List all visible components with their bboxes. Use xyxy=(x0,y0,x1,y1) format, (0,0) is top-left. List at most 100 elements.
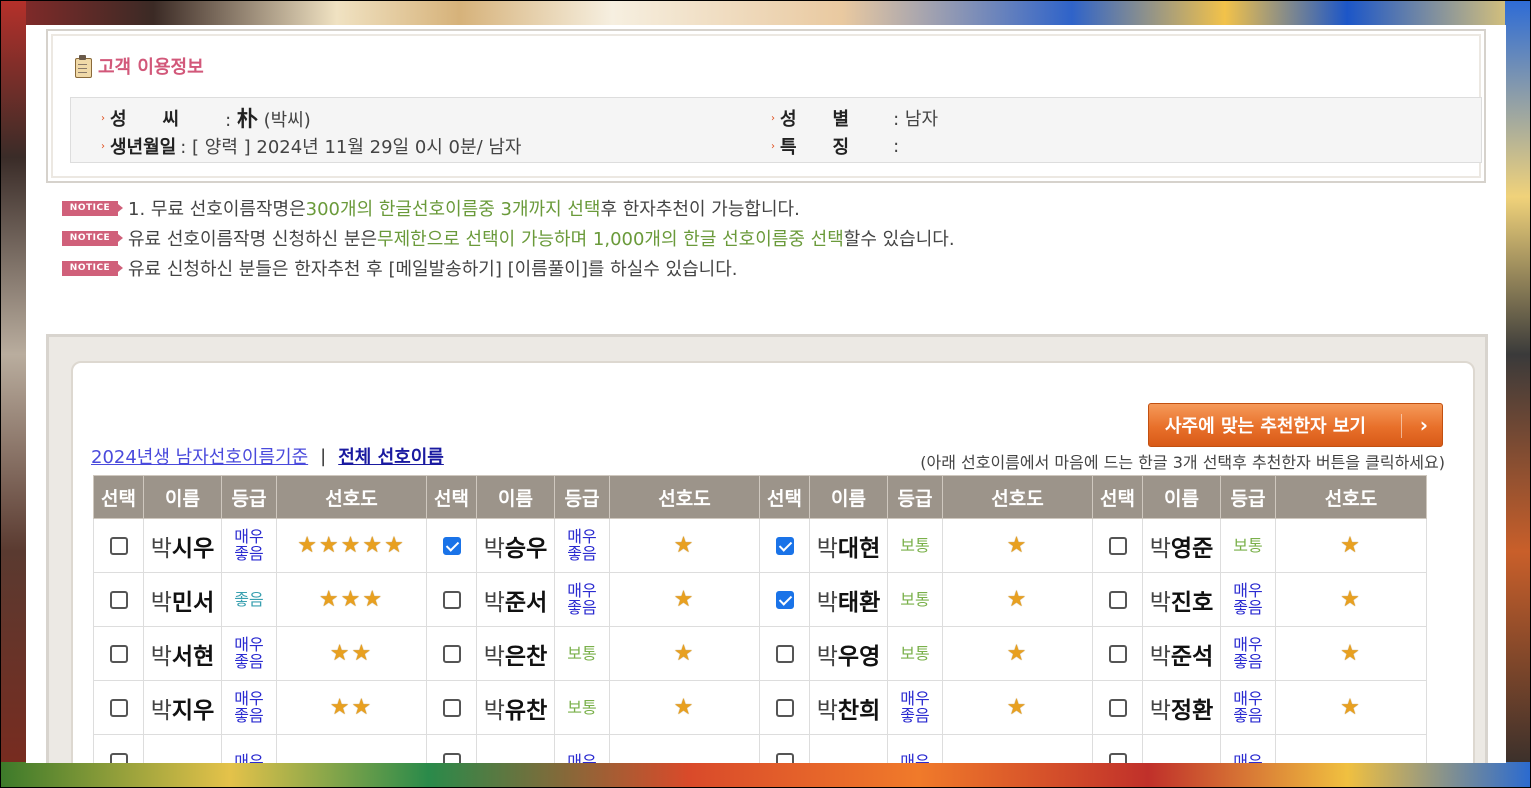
name-given: 찬희 xyxy=(837,697,881,724)
preference-cell xyxy=(609,734,760,763)
name-select-checkbox[interactable] xyxy=(109,645,128,664)
name-surname: 박 xyxy=(816,697,838,724)
customer-info-heading: 고객 이용정보 xyxy=(74,53,204,79)
name-surname: 박 xyxy=(483,589,505,616)
name-cell: 박태환 xyxy=(809,572,888,627)
header-select: 선택 xyxy=(426,475,477,519)
name-select-checkbox[interactable] xyxy=(109,537,128,556)
select-cell xyxy=(93,680,144,735)
star-rating-icon: ★ xyxy=(673,533,696,558)
birth-value: : [ 양력 ] 2024년 11월 29일 0시 0분/ 남자 xyxy=(180,137,522,158)
name-select-checkbox[interactable] xyxy=(1108,699,1127,718)
star-rating-icon: ★ xyxy=(1006,533,1029,558)
notice-text: 후 한자추천이 가능합니다. xyxy=(600,199,800,220)
name-given: 지우 xyxy=(171,697,215,724)
header-preference: 선호도 xyxy=(942,475,1093,519)
star-rating-icon: ★ xyxy=(673,587,696,612)
name-cell: 박대현 xyxy=(809,518,888,573)
korean-name: 박준석 xyxy=(1150,644,1214,670)
header-name: 이름 xyxy=(809,475,888,519)
header-preference: 선호도 xyxy=(1275,475,1427,519)
name-select-checkbox[interactable] xyxy=(442,645,461,664)
surname-hanja: 朴 xyxy=(236,107,258,131)
name-cell: 박정환 xyxy=(1142,680,1221,735)
grade-label: 매우 xyxy=(234,752,264,763)
star-rating-icon: ★ xyxy=(1340,533,1362,558)
grade-label: 매우 좋음 xyxy=(234,527,264,563)
recommend-hanja-button[interactable]: 사주에 맞는 추천한자 보기 › xyxy=(1148,403,1443,447)
select-cell xyxy=(93,518,144,573)
select-cell xyxy=(426,518,477,573)
name-cell: 박승우 xyxy=(476,518,555,573)
preference-cell: ★ xyxy=(942,680,1093,735)
notice-highlight: 300개의 한글선호이름중 3개까지 선택 xyxy=(305,199,601,220)
notice-text: 유료 신청하신 분들은 한자추천 후 [메일발송하기] [이름풀이]를 하실수 … xyxy=(128,259,738,280)
preference-cell: ★ xyxy=(942,518,1093,573)
name-select-checkbox[interactable] xyxy=(109,699,128,718)
header-select: 선택 xyxy=(759,475,810,519)
name-cell: 박지우 xyxy=(143,680,222,735)
current-criteria-link[interactable]: 2024년생 남자선호이름기준 xyxy=(91,443,308,469)
name-select-checkbox[interactable] xyxy=(109,591,128,610)
selection-guide-text: (아래 선호이름에서 마음에 드는 한글 3개 선택후 추천한자 버튼을 클릭하… xyxy=(920,453,1445,472)
name-select-checkbox[interactable] xyxy=(1108,537,1127,556)
names-table-body: 박시우 매우 좋음 ★★★★★ 박승우 매우 좋음 ★ 박대현 보통 ★ 박영준 보통 ★ 박민서 좋음 ★… xyxy=(93,518,1427,763)
grade-cell: 매우 좋음 xyxy=(221,518,277,573)
name-cell xyxy=(476,734,555,763)
grade-cell: 매우 좋음 xyxy=(554,518,610,573)
preference-cell: ★ xyxy=(1275,626,1427,681)
clipboard-icon xyxy=(74,55,92,78)
select-cell xyxy=(1092,572,1143,627)
notice-badge: NOTICE xyxy=(62,200,123,216)
select-cell xyxy=(759,518,810,573)
grade-cell: 매우 좋음 xyxy=(1220,680,1276,735)
grade-cell: 매우 xyxy=(554,734,610,763)
korean-name: 박시우 xyxy=(151,536,215,562)
name-select-checkbox[interactable] xyxy=(109,753,128,763)
all-names-link[interactable]: 전체 선호이름 xyxy=(338,443,444,469)
name-select-checkbox[interactable] xyxy=(775,699,794,718)
grade-label: 매우 xyxy=(1233,752,1263,763)
name-select-checkbox[interactable] xyxy=(1108,645,1127,664)
name-select-checkbox[interactable] xyxy=(1108,591,1127,610)
name-surname: 박 xyxy=(1149,643,1171,670)
link-separator: | xyxy=(320,445,327,467)
name-surname: 박 xyxy=(816,643,838,670)
korean-name: 박진호 xyxy=(1150,590,1214,616)
name-select-checkbox[interactable] xyxy=(442,699,461,718)
name-select-checkbox[interactable] xyxy=(442,753,461,763)
name-select-checkbox[interactable] xyxy=(1108,753,1127,763)
grade-label: 보통 xyxy=(900,536,930,555)
star-rating-icon: ★ xyxy=(1006,641,1029,666)
background-scenery-left xyxy=(0,0,26,788)
preference-cell: ★★ xyxy=(276,626,427,681)
name-select-checkbox[interactable] xyxy=(775,753,794,763)
grade-label: 보통 xyxy=(900,644,930,663)
preference-cell: ★ xyxy=(609,626,760,681)
header-preference: 선호도 xyxy=(609,475,760,519)
preference-cell: ★ xyxy=(609,572,760,627)
name-select-checkbox[interactable] xyxy=(442,537,461,556)
grade-cell: 보통 xyxy=(554,680,610,735)
notice-highlight: 무제한으로 선택이 가능하며 1,000개의 한글 선호이름중 선택 xyxy=(377,229,844,250)
grade-label: 매우 좋음 xyxy=(900,689,930,725)
grade-label: 보통 xyxy=(567,644,597,663)
notice-text: 유료 선호이름작명 신청하신 분은 xyxy=(128,229,378,250)
name-surname: 박 xyxy=(1149,589,1171,616)
header-select: 선택 xyxy=(93,475,144,519)
preference-cell: ★ xyxy=(1275,680,1427,735)
name-surname: 박 xyxy=(150,697,172,724)
name-select-checkbox[interactable] xyxy=(775,591,794,610)
grade-cell: 매우 xyxy=(887,734,943,763)
name-select-checkbox[interactable] xyxy=(775,645,794,664)
grade-label: 매우 좋음 xyxy=(567,581,597,617)
name-cell: 박준석 xyxy=(1142,626,1221,681)
surname-reading: (박씨) xyxy=(263,110,311,131)
birth-label: 생년월일 xyxy=(110,137,177,158)
grade-cell: 보통 xyxy=(1220,518,1276,573)
name-select-checkbox[interactable] xyxy=(442,591,461,610)
star-rating-icon: ★ xyxy=(673,695,696,720)
name-select-checkbox[interactable] xyxy=(775,537,794,556)
select-cell xyxy=(759,572,810,627)
preference-cell xyxy=(1275,734,1427,763)
